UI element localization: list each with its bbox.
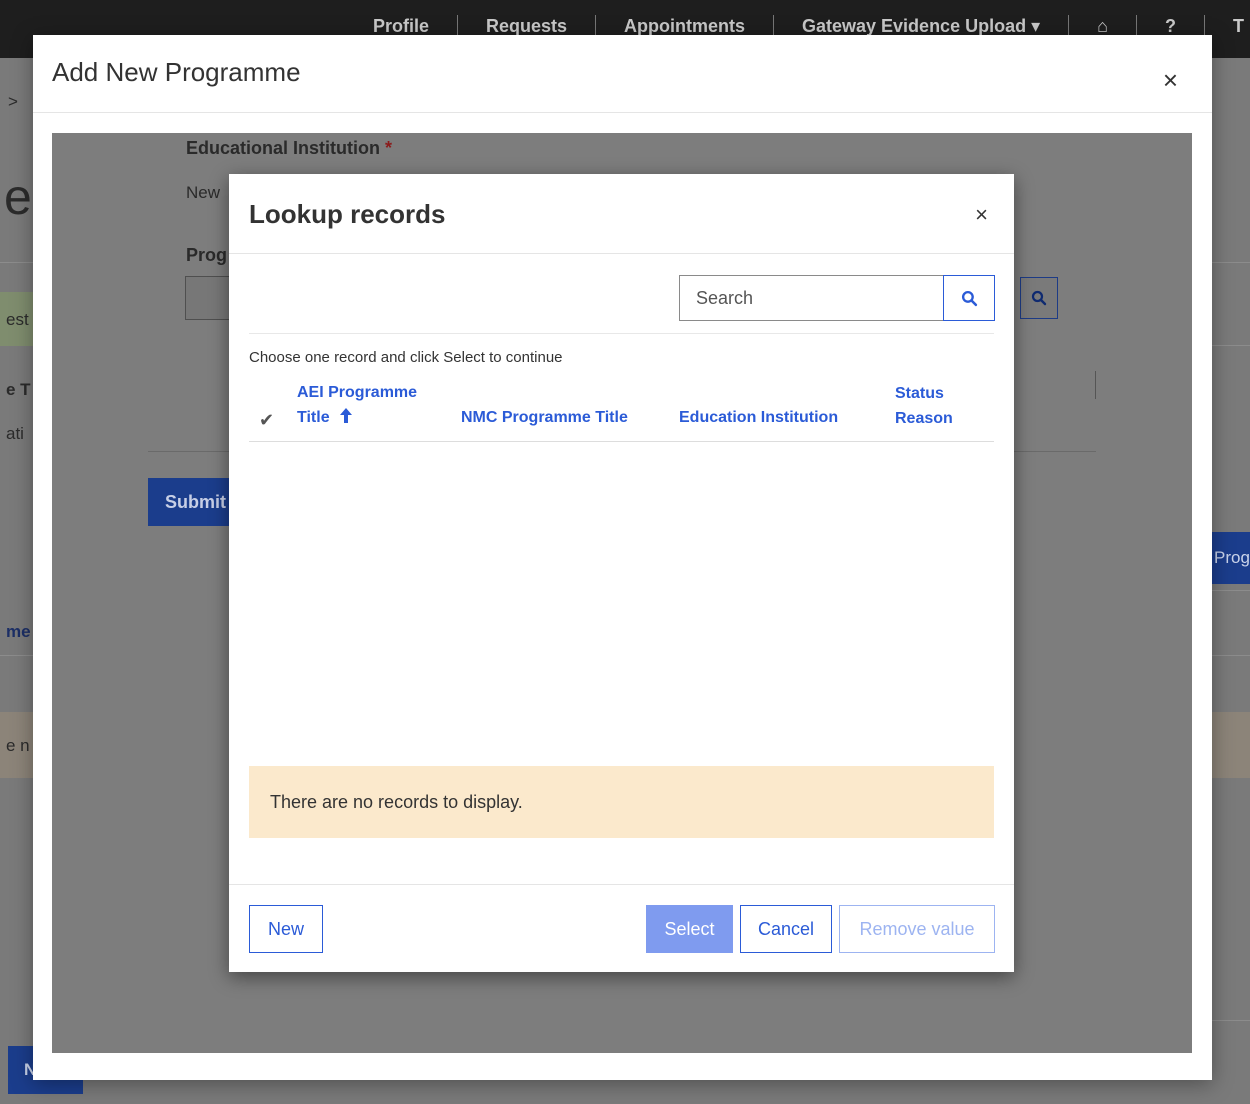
institution-value: New bbox=[186, 183, 221, 202]
nav-requests[interactable]: Requests bbox=[456, 15, 595, 37]
lookup-records-modal: Lookup records × Choose one record and c… bbox=[229, 174, 1014, 972]
lookup-modal-header: Lookup records × bbox=[229, 174, 1014, 254]
bg-divider bbox=[1095, 371, 1096, 399]
nav-user[interactable]: T bbox=[1204, 15, 1250, 37]
select-button[interactable]: Select bbox=[646, 905, 733, 953]
divider bbox=[249, 333, 994, 334]
lookup-search bbox=[679, 275, 995, 321]
bg-divider bbox=[1212, 590, 1250, 591]
bg-fragment: ati bbox=[6, 424, 24, 443]
column-label: Status bbox=[895, 385, 944, 402]
close-icon[interactable]: × bbox=[975, 204, 988, 226]
help-icon[interactable]: ? bbox=[1136, 15, 1204, 37]
submit-button: Submit bbox=[148, 478, 238, 526]
remove-value-button[interactable]: Remove value bbox=[839, 905, 995, 953]
bg-add-programme-button: Prog bbox=[1212, 532, 1250, 584]
lookup-modal-title: Lookup records bbox=[249, 199, 446, 229]
bg-fragment: Prog bbox=[1214, 548, 1250, 567]
programme-label: Prog bbox=[186, 245, 228, 265]
column-label: Title bbox=[297, 409, 330, 426]
bg-divider bbox=[0, 262, 33, 263]
column-label: AEI Programme bbox=[297, 384, 418, 401]
cancel-button[interactable]: Cancel bbox=[740, 905, 832, 953]
column-status-reason[interactable]: Status Reason bbox=[895, 381, 953, 431]
submit-button-label: Submit bbox=[165, 491, 226, 512]
nav-gateway-evidence-upload[interactable]: Gateway Evidence Upload ▾ bbox=[773, 15, 1068, 37]
bg-fragment: me bbox=[6, 622, 31, 641]
home-icon[interactable]: ⌂ bbox=[1068, 15, 1136, 37]
column-label: Reason bbox=[895, 410, 953, 427]
bg-divider bbox=[1212, 262, 1250, 263]
bg-divider bbox=[0, 655, 33, 656]
educational-institution-label-text: Educational Institution bbox=[186, 138, 380, 158]
divider bbox=[229, 884, 1014, 885]
bg-divider bbox=[1212, 655, 1250, 656]
column-label: Education Institution bbox=[679, 409, 839, 426]
bg-fragment: e n bbox=[6, 736, 30, 755]
search-button[interactable] bbox=[943, 275, 995, 321]
bg-fragment: e T bbox=[6, 380, 31, 399]
outer-modal-header: Add New Programme × bbox=[33, 35, 1212, 113]
sort-ascending-icon bbox=[340, 408, 353, 423]
close-icon[interactable]: × bbox=[1163, 67, 1178, 93]
bg-page-heading-fragment: e bbox=[4, 169, 32, 225]
column-label: NMC Programme Title bbox=[461, 409, 628, 426]
programme-lookup-input bbox=[185, 276, 235, 320]
nav-profile[interactable]: Profile bbox=[345, 15, 457, 37]
lookup-instruction: Choose one record and click Select to co… bbox=[249, 349, 563, 366]
required-marker: * bbox=[385, 138, 393, 158]
search-icon bbox=[1031, 290, 1047, 306]
column-aei-programme-title[interactable]: AEI Programme Title bbox=[297, 380, 417, 430]
bg-fragment: est bbox=[6, 310, 29, 329]
programme-search-button bbox=[1020, 277, 1058, 319]
nav-appointments[interactable]: Appointments bbox=[595, 15, 773, 37]
no-records-message: There are no records to display. bbox=[249, 766, 994, 838]
bg-breadcrumb: > bbox=[8, 92, 18, 111]
new-button[interactable]: New bbox=[249, 905, 323, 953]
column-nmc-programme-title[interactable]: NMC Programme Title bbox=[461, 405, 628, 430]
column-education-institution[interactable]: Education Institution bbox=[679, 405, 838, 430]
search-icon bbox=[961, 290, 977, 306]
select-all-check-icon[interactable]: ✔ bbox=[259, 410, 274, 431]
column-label-line2: Title bbox=[297, 405, 417, 430]
bg-divider bbox=[1212, 345, 1250, 346]
bg-divider bbox=[1212, 1020, 1250, 1021]
results-table-header: ✔ AEI Programme Title NMC Programme Titl… bbox=[249, 380, 994, 442]
search-input[interactable] bbox=[679, 275, 943, 321]
bg-warning-banner bbox=[1212, 712, 1250, 778]
outer-modal-title: Add New Programme bbox=[52, 57, 301, 87]
educational-institution-label: Educational Institution * bbox=[186, 138, 392, 159]
